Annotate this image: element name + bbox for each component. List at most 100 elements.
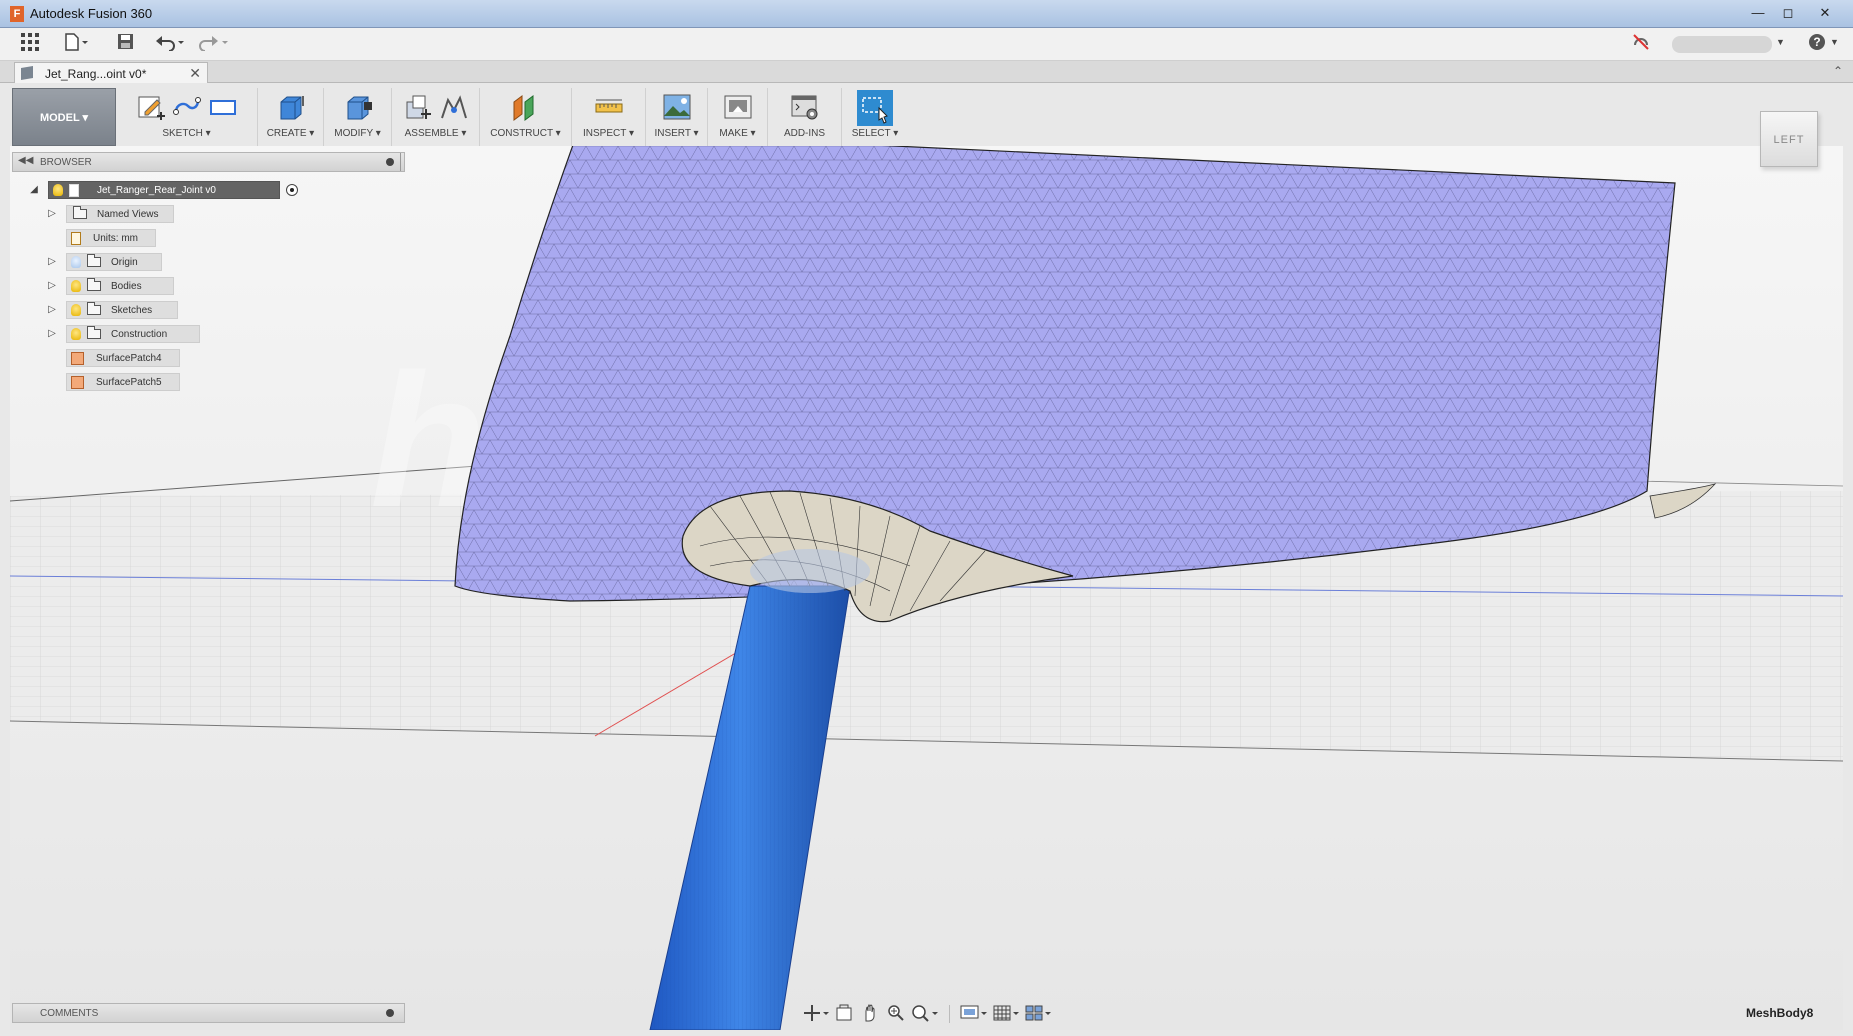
file-menu-icon[interactable] xyxy=(62,33,92,55)
browser-item-construction[interactable]: ▷ Construction xyxy=(46,324,200,344)
browser-item-surfacepatch5[interactable]: SurfacePatch5 xyxy=(66,372,180,392)
toolbar-group-addins[interactable]: ADD-INS xyxy=(768,88,842,146)
view-cube[interactable]: LEFT xyxy=(1760,111,1818,167)
visibility-bulb-icon[interactable] xyxy=(71,328,81,340)
pin-comments-icon[interactable] xyxy=(386,1009,394,1017)
origin-label: Origin xyxy=(111,256,138,268)
3d-print-icon[interactable] xyxy=(723,92,753,122)
visibility-bulb-icon[interactable] xyxy=(71,280,81,292)
toolbar-group-sketch[interactable]: SKETCH ▾ xyxy=(116,88,258,146)
press-pull-icon[interactable] xyxy=(343,92,373,122)
fusion-app-icon: F xyxy=(10,6,24,22)
comments-title: COMMENTS xyxy=(40,1008,99,1019)
insert-group-label[interactable]: INSERT ▾ xyxy=(650,128,703,139)
new-component-icon[interactable] xyxy=(403,92,433,122)
workspace-switcher[interactable]: MODEL ▾ xyxy=(12,88,116,146)
activate-component-icon[interactable] xyxy=(286,184,298,196)
apps-grid-icon[interactable] xyxy=(18,33,42,55)
visibility-bulb-icon[interactable] xyxy=(53,184,63,196)
viewports-icon[interactable] xyxy=(1024,1004,1052,1024)
expand-sketches-icon[interactable]: ▷ xyxy=(46,304,58,316)
browser-item-origin[interactable]: ▷ Origin xyxy=(46,252,162,272)
comments-panel-header[interactable]: COMMENTS xyxy=(12,1003,405,1023)
pan-icon[interactable] xyxy=(859,1003,881,1024)
pin-browser-icon[interactable] xyxy=(386,158,394,166)
expand-construction-icon[interactable]: ▷ xyxy=(46,328,58,340)
rectangle-icon[interactable] xyxy=(208,92,238,122)
browser-item-surfacepatch4[interactable]: SurfacePatch4 xyxy=(66,348,180,368)
assemble-group-label[interactable]: ASSEMBLE ▾ xyxy=(396,128,475,139)
visibility-bulb-off-icon[interactable] xyxy=(71,256,81,268)
display-settings-icon[interactable] xyxy=(960,1004,988,1024)
maximize-button[interactable]: ◻ xyxy=(1775,4,1801,22)
inspect-group-label[interactable]: INSPECT ▾ xyxy=(576,128,641,139)
browser-item-bodies[interactable]: ▷ Bodies xyxy=(46,276,174,296)
make-group-label[interactable]: MAKE ▾ xyxy=(712,128,763,139)
browser-item-sketches[interactable]: ▷ Sketches xyxy=(46,300,178,320)
toolbar-group-create[interactable]: CREATE ▾ xyxy=(258,88,324,146)
select-group-label[interactable]: SELECT ▾ xyxy=(846,128,904,139)
help-menu-chevron-icon[interactable]: ▼ xyxy=(1830,37,1839,47)
browser-root-row[interactable]: ◢ Jet_Ranger_Rear_Joint v0 xyxy=(28,180,298,200)
toolbar-group-assemble[interactable]: ASSEMBLE ▾ xyxy=(392,88,480,146)
offline-indicator-icon[interactable] xyxy=(1630,33,1652,55)
root-component-node[interactable]: Jet_Ranger_Rear_Joint v0 xyxy=(48,181,280,199)
minimize-button[interactable]: — xyxy=(1745,4,1771,22)
close-tab-icon[interactable]: ✕ xyxy=(189,65,201,82)
toolbar-group-construct[interactable]: CONSTRUCT ▾ xyxy=(480,88,572,146)
expand-named-views-icon[interactable]: ▷ xyxy=(46,208,58,220)
help-icon[interactable]: ? xyxy=(1806,33,1828,55)
fit-icon[interactable] xyxy=(911,1004,939,1024)
create-sketch-icon[interactable] xyxy=(136,92,166,122)
create-group-label[interactable]: CREATE ▾ xyxy=(262,128,319,139)
modify-group-label[interactable]: MODIFY ▾ xyxy=(328,128,387,139)
folder-icon xyxy=(73,206,87,219)
grid-settings-icon[interactable] xyxy=(992,1004,1020,1024)
spline-icon[interactable] xyxy=(172,92,202,122)
orbit-icon[interactable] xyxy=(803,1004,829,1024)
insert-image-icon[interactable] xyxy=(662,92,692,122)
selected-object-label: MeshBody8 xyxy=(1746,1006,1814,1020)
document-tab[interactable]: Jet_Rang...oint v0* ✕ xyxy=(14,62,208,83)
expand-bodies-icon[interactable]: ▷ xyxy=(46,280,58,292)
expand-origin-icon[interactable]: ▷ xyxy=(46,256,58,268)
close-window-button[interactable]: ✕ xyxy=(1805,4,1845,22)
visibility-bulb-icon[interactable] xyxy=(71,304,81,316)
browser-resize-handle[interactable] xyxy=(400,153,404,171)
construct-group-label[interactable]: CONSTRUCT ▾ xyxy=(484,128,567,139)
toolbar-group-inspect[interactable]: INSPECT ▾ xyxy=(572,88,646,146)
redo-icon[interactable] xyxy=(198,33,230,55)
collapse-toolbar-icon[interactable]: ⌃ xyxy=(1833,64,1843,78)
extrude-box-icon[interactable] xyxy=(276,92,306,122)
folder-icon xyxy=(87,278,101,291)
collapse-browser-icon[interactable]: ◀◀ xyxy=(18,155,33,166)
toolbar-group-modify[interactable]: MODIFY ▾ xyxy=(324,88,392,146)
undo-icon[interactable] xyxy=(154,33,186,55)
folder-icon xyxy=(87,254,101,267)
measure-icon[interactable] xyxy=(594,92,624,122)
sketch-group-label[interactable]: SKETCH ▾ xyxy=(120,128,253,139)
look-at-icon[interactable] xyxy=(833,1004,855,1024)
quick-access-bar: ▼ ? ▼ xyxy=(0,28,1853,61)
design-document-icon xyxy=(21,65,33,81)
3d-viewport[interactable]: helicopte xyxy=(10,146,1843,1030)
model-canvas[interactable]: helicopte xyxy=(10,146,1843,1030)
scripts-addins-icon[interactable] xyxy=(790,92,820,122)
collapse-root-icon[interactable]: ◢ xyxy=(28,184,40,196)
mesh-body[interactable] xyxy=(454,146,1676,602)
toolbar-group-select[interactable]: SELECT ▾ xyxy=(842,88,908,146)
offset-plane-icon[interactable] xyxy=(511,92,541,122)
joint-icon[interactable] xyxy=(439,92,469,122)
save-icon[interactable] xyxy=(114,33,136,55)
main-toolbar: MODEL ▾ SKETCH ▾ CREATE ▾ MODIFY ▾ ASSEM… xyxy=(12,88,908,146)
toolbar-group-insert[interactable]: INSERT ▾ xyxy=(646,88,708,146)
construction-label: Construction xyxy=(111,328,168,340)
select-icon[interactable] xyxy=(857,90,893,126)
toolbar-group-make[interactable]: MAKE ▾ xyxy=(708,88,768,146)
browser-item-units[interactable]: Units: mm xyxy=(66,228,156,248)
zoom-icon[interactable] xyxy=(885,1004,907,1024)
user-menu-chevron-icon[interactable]: ▼ xyxy=(1776,37,1785,47)
addins-group-label[interactable]: ADD-INS xyxy=(772,128,837,139)
browser-item-named-views[interactable]: ▷ Named Views xyxy=(46,204,174,224)
user-account[interactable] xyxy=(1672,36,1772,53)
